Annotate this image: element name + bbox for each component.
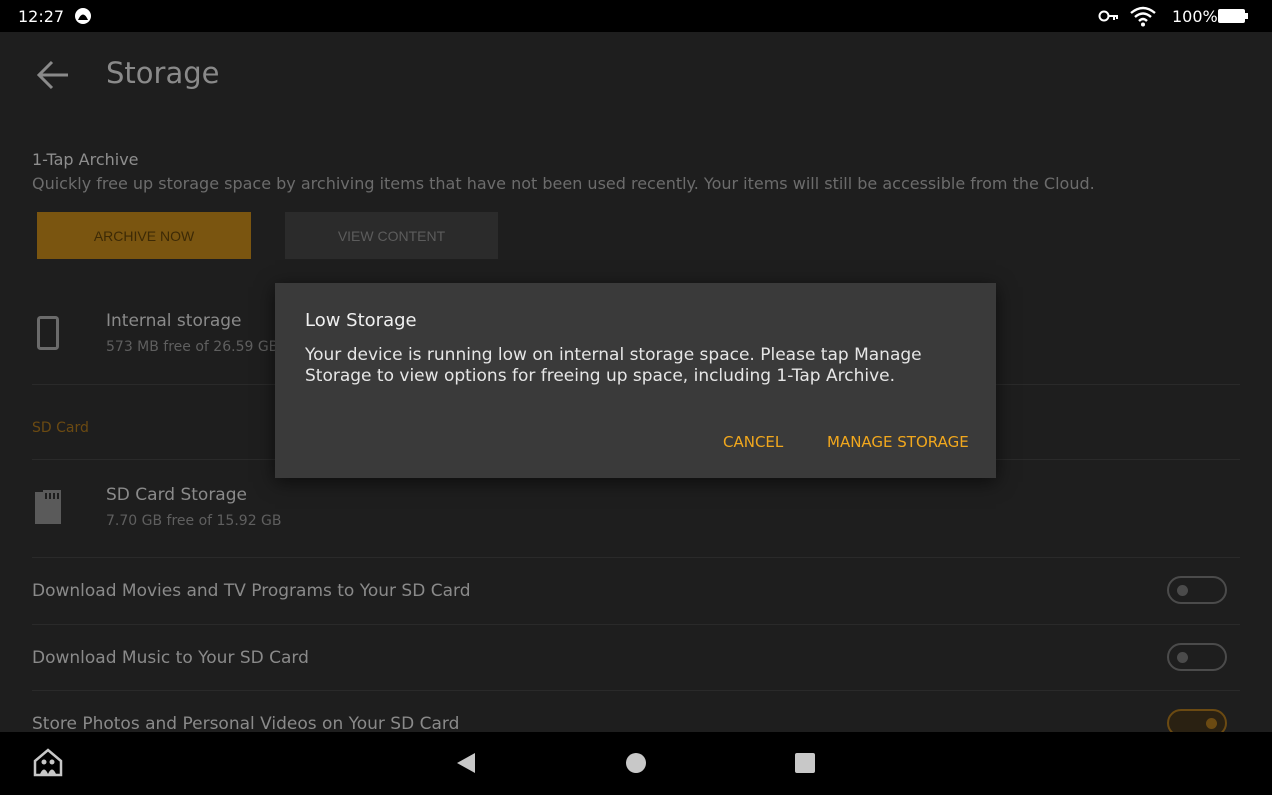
notification-icon <box>75 8 91 24</box>
internal-storage-title[interactable]: Internal storage <box>106 311 242 331</box>
toggle-knob <box>1177 585 1188 596</box>
toggle-music[interactable] <box>1167 643 1227 671</box>
divider <box>32 624 1240 625</box>
phone-icon <box>37 316 59 350</box>
status-bar: 12:27 100% <box>0 0 1272 32</box>
divider <box>32 690 1240 691</box>
toggle-knob <box>1177 652 1188 663</box>
manage-storage-button[interactable]: MANAGE STORAGE <box>827 433 969 451</box>
wifi-icon <box>1130 6 1156 27</box>
battery-percent: 100% <box>1172 7 1218 26</box>
archive-title: 1-Tap Archive <box>32 150 139 169</box>
view-content-button[interactable]: VIEW CONTENT <box>285 212 498 259</box>
setting-label-photos: Store Photos and Personal Videos on Your… <box>32 714 460 734</box>
internal-storage-subtitle: 573 MB free of 26.59 GB <box>106 339 279 355</box>
toggle-movies[interactable] <box>1167 576 1227 604</box>
sd-card-storage-title[interactable]: SD Card Storage <box>106 485 247 505</box>
archive-description: Quickly free up storage space by archivi… <box>32 174 1095 193</box>
sd-card-section-label: SD Card <box>32 420 89 436</box>
navigation-bar <box>0 732 1272 795</box>
sd-card-storage-subtitle: 7.70 GB free of 15.92 GB <box>106 513 282 529</box>
low-storage-dialog: Low Storage Your device is running low o… <box>275 283 996 478</box>
cancel-button[interactable]: CANCEL <box>723 433 783 451</box>
toggle-knob <box>1206 718 1217 729</box>
sd-card-icon <box>35 490 61 524</box>
page-title: Storage <box>106 56 220 90</box>
household-profile-icon[interactable] <box>33 747 63 777</box>
archive-now-button[interactable]: ARCHIVE NOW <box>37 212 251 259</box>
setting-label-movies: Download Movies and TV Programs to Your … <box>32 581 471 601</box>
divider <box>32 557 1240 558</box>
dialog-title: Low Storage <box>305 310 417 331</box>
dialog-message: Your device is running low on internal s… <box>305 345 922 386</box>
setting-label-music: Download Music to Your SD Card <box>32 648 309 668</box>
vpn-key-icon <box>1098 10 1118 22</box>
nav-home-icon[interactable] <box>626 753 646 773</box>
nav-back-icon[interactable] <box>455 752 477 774</box>
status-time: 12:27 <box>18 7 65 26</box>
back-arrow-icon[interactable] <box>36 58 70 92</box>
nav-recent-apps-icon[interactable] <box>795 753 815 773</box>
battery-icon <box>1218 9 1248 23</box>
